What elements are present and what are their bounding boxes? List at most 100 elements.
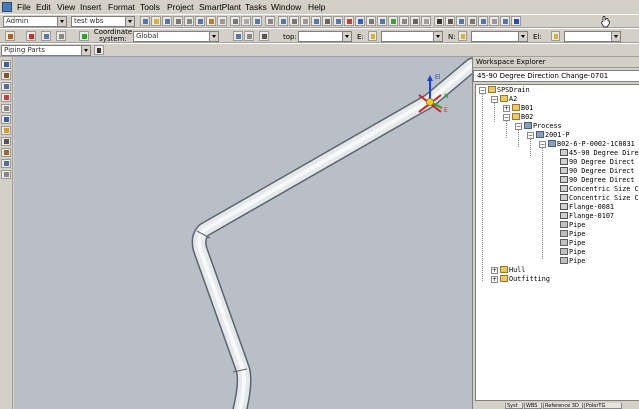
tree-node-pipe[interactable]: Pipe <box>560 248 585 256</box>
tree-node-process[interactable]: Process <box>524 122 562 130</box>
inquire-icon[interactable] <box>344 16 354 26</box>
select-pointer-icon[interactable] <box>94 45 104 55</box>
grid-icon[interactable] <box>377 16 387 26</box>
top-field[interactable] <box>298 31 352 42</box>
menu-file[interactable]: File <box>17 1 31 13</box>
tab-reference-3d[interactable]: Reference 3D <box>543 403 583 409</box>
insert-tap-icon[interactable] <box>1 104 11 113</box>
n-lock-icon[interactable] <box>458 31 467 41</box>
collapse-icon[interactable]: − <box>539 141 546 148</box>
absolute-icon[interactable] <box>244 31 254 41</box>
fit-icon[interactable] <box>467 16 477 26</box>
pipe-model[interactable]: El N E <box>14 57 472 409</box>
insert-component-icon[interactable] <box>1 71 11 80</box>
refresh-icon[interactable] <box>311 16 321 26</box>
n-field[interactable] <box>471 31 528 42</box>
move-icon[interactable] <box>252 16 262 26</box>
tree-node-component[interactable]: 45-90 Degree Direc <box>560 149 639 157</box>
locate-filter-combo[interactable]: Piping Parts <box>1 45 91 56</box>
tree-node-component[interactable]: 90 Degree Direct <box>560 158 634 166</box>
insert-weld-icon[interactable] <box>1 159 11 168</box>
expand-icon[interactable]: + <box>491 267 498 274</box>
user-combo[interactable]: Admin <box>3 16 67 27</box>
pinpoint-icon[interactable] <box>79 31 89 41</box>
pan-icon[interactable] <box>445 16 455 26</box>
render-icon[interactable] <box>489 16 499 26</box>
tab-system[interactable]: Syst <box>505 403 523 409</box>
tree-node-b02[interactable]: B02 <box>512 113 533 121</box>
collapse-icon[interactable]: − <box>491 96 498 103</box>
collapse-icon[interactable]: − <box>527 132 534 139</box>
menu-window[interactable]: Window <box>271 1 301 13</box>
view-icon[interactable] <box>478 16 488 26</box>
tree-node-a2[interactable]: A2 <box>500 95 517 103</box>
clip-icon[interactable] <box>366 16 376 26</box>
insert-feature-icon[interactable] <box>1 82 11 91</box>
tree-node-outfitting[interactable]: Outfitting <box>500 275 550 283</box>
menu-tools[interactable]: Tools <box>140 1 160 13</box>
menu-project[interactable]: Project <box>167 1 193 13</box>
app-icon[interactable] <box>2 2 12 12</box>
layers-icon[interactable] <box>500 16 510 26</box>
menu-view[interactable]: View <box>57 1 75 13</box>
sync-icon[interactable] <box>388 16 398 26</box>
expand-icon[interactable]: + <box>503 105 510 112</box>
insert-tag-icon[interactable] <box>1 148 11 157</box>
menu-tasks[interactable]: Tasks <box>245 1 267 13</box>
collapse-icon[interactable]: − <box>515 123 522 130</box>
tree-node-pipe[interactable]: Pipe <box>560 230 585 238</box>
tree-node-spsdrain[interactable]: SPSDrain <box>488 86 530 94</box>
workspace-icon[interactable] <box>5 31 15 41</box>
table-icon[interactable] <box>56 31 66 41</box>
paste-icon[interactable] <box>206 16 216 26</box>
delete-icon[interactable] <box>241 16 251 26</box>
relative-icon[interactable] <box>233 31 243 41</box>
insert-spool-icon[interactable] <box>1 170 11 179</box>
el-lock-icon[interactable] <box>551 31 560 41</box>
explorer-path-field[interactable]: 45-90 Degree Direction Change-0701 <box>473 70 639 82</box>
tree-node-component[interactable]: Flange-0107 <box>560 212 614 220</box>
coordinate-system-combo[interactable]: Global <box>133 31 219 42</box>
wbs-combo[interactable]: test wbs <box>71 16 135 27</box>
properties-icon[interactable] <box>265 16 275 26</box>
tab-polertg[interactable]: PolerTG <box>584 403 622 409</box>
snap-icon[interactable] <box>230 16 240 26</box>
print-icon[interactable] <box>173 16 183 26</box>
tree-node-pipeline[interactable]: B02-6-P-0002-1C0031 <box>548 140 635 148</box>
explorer-tree[interactable]: − SPSDrain − A2 + B01 − B02 − Process − … <box>475 84 639 401</box>
tab-wbs[interactable]: WBS <box>524 403 542 409</box>
collapse-icon[interactable]: − <box>503 114 510 121</box>
tree-node-hull[interactable]: Hull <box>500 266 525 274</box>
tree-node-component[interactable]: Concentric Size C <box>560 185 639 193</box>
tree-node-pipe[interactable]: Pipe <box>560 239 585 247</box>
menu-format[interactable]: Format <box>108 1 135 13</box>
tree-node-component[interactable]: 90 Degree Direct <box>560 176 634 184</box>
target-icon[interactable] <box>259 31 269 41</box>
measure-icon[interactable] <box>333 16 343 26</box>
help-icon[interactable] <box>511 16 521 26</box>
tree-node-pipe[interactable]: Pipe <box>560 221 585 229</box>
menu-smartplant[interactable]: SmartPlant <box>199 1 241 13</box>
tool-icon[interactable] <box>410 16 420 26</box>
zoom-icon[interactable] <box>434 16 444 26</box>
layout-icon[interactable] <box>322 16 332 26</box>
tree-node-b01[interactable]: B01 <box>512 104 533 112</box>
graphic-view[interactable]: El N E <box>14 57 472 409</box>
collapse-icon[interactable]: − <box>479 87 486 94</box>
rotate-icon[interactable] <box>456 16 466 26</box>
cut-icon[interactable] <box>184 16 194 26</box>
expand-icon[interactable]: + <box>491 276 498 283</box>
menu-edit[interactable]: Edit <box>36 1 51 13</box>
copy-icon[interactable] <box>195 16 205 26</box>
select-icon[interactable] <box>289 16 299 26</box>
save-icon[interactable] <box>162 16 172 26</box>
insert-spec-break-icon[interactable] <box>1 137 11 146</box>
new-icon[interactable] <box>140 16 150 26</box>
el-field[interactable] <box>564 31 621 42</box>
filter-icon[interactable] <box>278 16 288 26</box>
insert-split-icon[interactable] <box>1 93 11 102</box>
menu-insert[interactable]: Insert <box>80 1 101 13</box>
route-pipe-icon[interactable] <box>1 60 11 69</box>
open-icon[interactable] <box>151 16 161 26</box>
tree-node-component[interactable]: 90 Degree Direct <box>560 167 634 175</box>
